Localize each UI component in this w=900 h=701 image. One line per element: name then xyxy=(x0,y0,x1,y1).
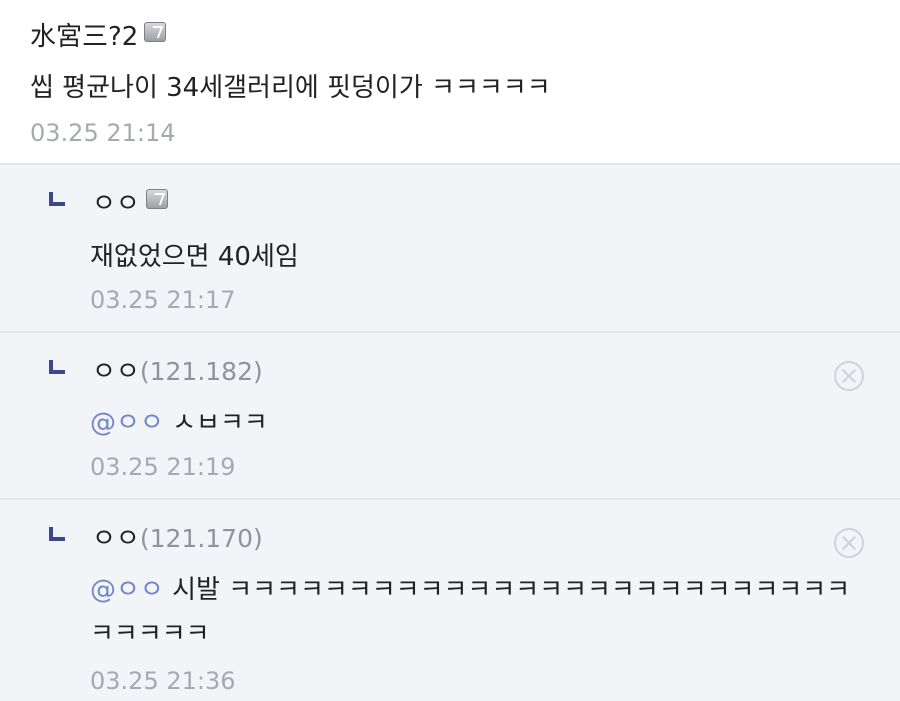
author-name[interactable]: ㅇㅇ xyxy=(92,357,140,387)
reply-author[interactable]: ㅇㅇ(121.170) xyxy=(92,522,263,556)
reply-text-content: ㅅㅂㅋㅋ xyxy=(172,408,268,438)
reply-text-content: 재없었으면 40세임 xyxy=(90,242,299,272)
reply-mention[interactable]: @ㅇㅇ xyxy=(90,575,164,605)
reply-mention[interactable]: @ㅇㅇ xyxy=(90,408,164,438)
comment-timestamp: 03.25 21:14 xyxy=(30,119,176,147)
reply-text-content: 시발 ㅋㅋㅋㅋㅋㅋㅋㅋㅋㅋㅋㅋㅋㅋㅋㅋㅋㅋㅋㅋㅋㅋㅋㅋㅋㅋㅋㅋㅋㅋㅋ xyxy=(90,575,851,649)
gallery-nik-icon xyxy=(144,22,167,42)
reply-author[interactable]: ㅇㅇ(121.182) xyxy=(92,355,263,389)
reply-arrow-icon xyxy=(49,192,65,206)
delete-circle-x-icon[interactable] xyxy=(834,528,864,558)
delete-circle-x-icon[interactable] xyxy=(834,361,864,391)
reply-timestamp: 03.25 21:19 xyxy=(90,453,236,481)
reply-author[interactable]: ㅇㅇ xyxy=(92,187,168,221)
reply-text: @ㅇㅇ 시발 ㅋㅋㅋㅋㅋㅋㅋㅋㅋㅋㅋㅋㅋㅋㅋㅋㅋㅋㅋㅋㅋㅋㅋㅋㅋㅋㅋㅋㅋㅋㅋ xyxy=(90,568,870,656)
reply-arrow-icon xyxy=(49,360,65,374)
comment-author[interactable]: 水宮三?2 xyxy=(30,20,167,54)
comment: 水宮三?2 씹 평균나이 34세갤러리에 핏덩이가 ㅋㅋㅋㅋㅋ 03.25 21… xyxy=(0,0,900,165)
author-name[interactable]: ㅇㅇ xyxy=(92,524,140,554)
reply-item: ㅇㅇ(121.170) @ㅇㅇ 시발 ㅋㅋㅋㅋㅋㅋㅋㅋㅋㅋㅋㅋㅋㅋㅋㅋㅋㅋㅋㅋㅋ… xyxy=(0,500,900,701)
author-ip: (121.182) xyxy=(139,357,263,386)
reply-text: 재없었으면 40세임 xyxy=(90,235,870,279)
author-ip: (121.170) xyxy=(139,524,263,553)
reply-timestamp: 03.25 21:17 xyxy=(90,286,236,314)
gallery-nik-icon xyxy=(145,189,168,209)
comment-text: 씹 평균나이 34세갤러리에 핏덩이가 ㅋㅋㅋㅋㅋ xyxy=(30,73,551,103)
author-name[interactable]: 水宮三?2 xyxy=(30,22,138,52)
reply-item: ㅇㅇ(121.182) @ㅇㅇ ㅅㅂㅋㅋ 03.25 21:19 xyxy=(0,333,900,500)
reply-item: ㅇㅇ 재없었으면 40세임 03.25 21:17 xyxy=(0,165,900,333)
reply-timestamp: 03.25 21:36 xyxy=(90,667,236,695)
reply-arrow-icon xyxy=(49,527,65,541)
author-name[interactable]: ㅇㅇ xyxy=(92,189,140,219)
reply-text: @ㅇㅇ ㅅㅂㅋㅋ xyxy=(90,401,870,445)
comment-thread: 水宮三?2 씹 평균나이 34세갤러리에 핏덩이가 ㅋㅋㅋㅋㅋ 03.25 21… xyxy=(0,0,900,701)
